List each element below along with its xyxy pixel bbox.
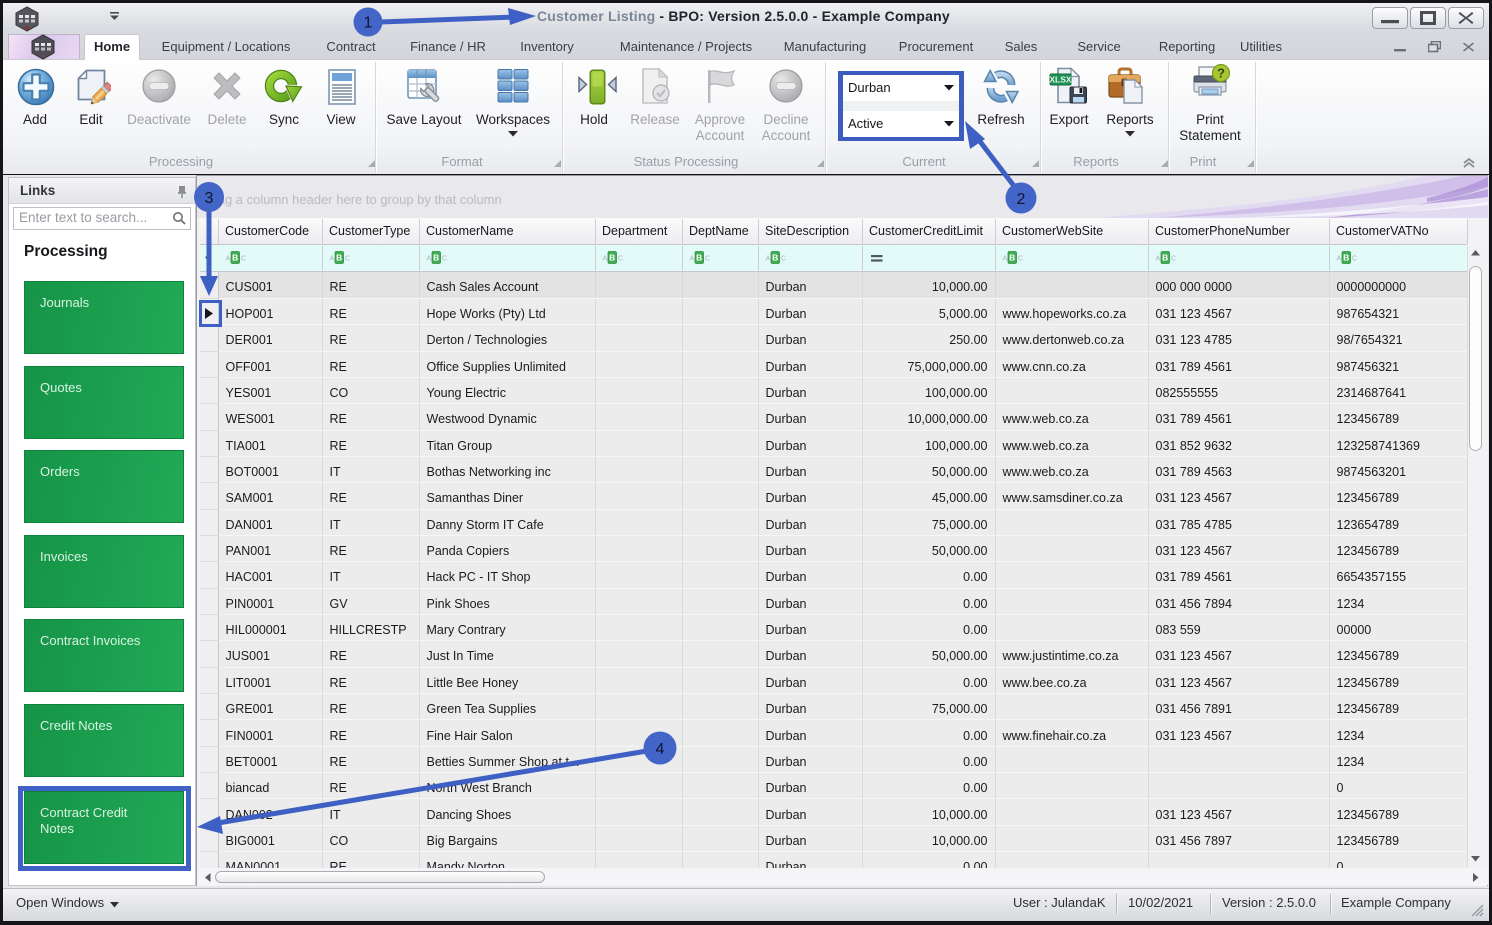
- svg-text:C: C: [1171, 256, 1176, 263]
- svg-text:A: A: [603, 256, 608, 263]
- svg-text:A: A: [427, 256, 432, 263]
- svg-text:A: A: [690, 256, 695, 263]
- svg-text:B: B: [232, 253, 238, 263]
- svg-text:B: B: [1343, 253, 1349, 263]
- svg-text:C: C: [442, 256, 447, 263]
- svg-text:C: C: [345, 256, 350, 263]
- svg-text:C: C: [241, 256, 246, 263]
- svg-text:A: A: [1156, 256, 1161, 263]
- svg-text:B: B: [696, 253, 702, 263]
- svg-text:?: ?: [1217, 66, 1225, 81]
- svg-text:B: B: [1009, 253, 1015, 263]
- svg-text:C: C: [781, 256, 786, 263]
- svg-text:XLSX: XLSX: [1049, 75, 1072, 85]
- svg-text:C: C: [618, 256, 623, 263]
- svg-text:B: B: [433, 253, 439, 263]
- svg-text:A: A: [766, 256, 771, 263]
- svg-text:A: A: [1003, 256, 1008, 263]
- svg-text:A: A: [226, 256, 231, 263]
- svg-text:A: A: [330, 256, 335, 263]
- svg-text:A: A: [1337, 256, 1342, 263]
- svg-text:C: C: [1018, 256, 1023, 263]
- svg-text:B: B: [336, 253, 342, 263]
- svg-text:C: C: [1352, 256, 1357, 263]
- svg-text:B: B: [1162, 253, 1168, 263]
- svg-text:C: C: [705, 256, 710, 263]
- svg-text:B: B: [772, 253, 778, 263]
- svg-text:B: B: [609, 253, 615, 263]
